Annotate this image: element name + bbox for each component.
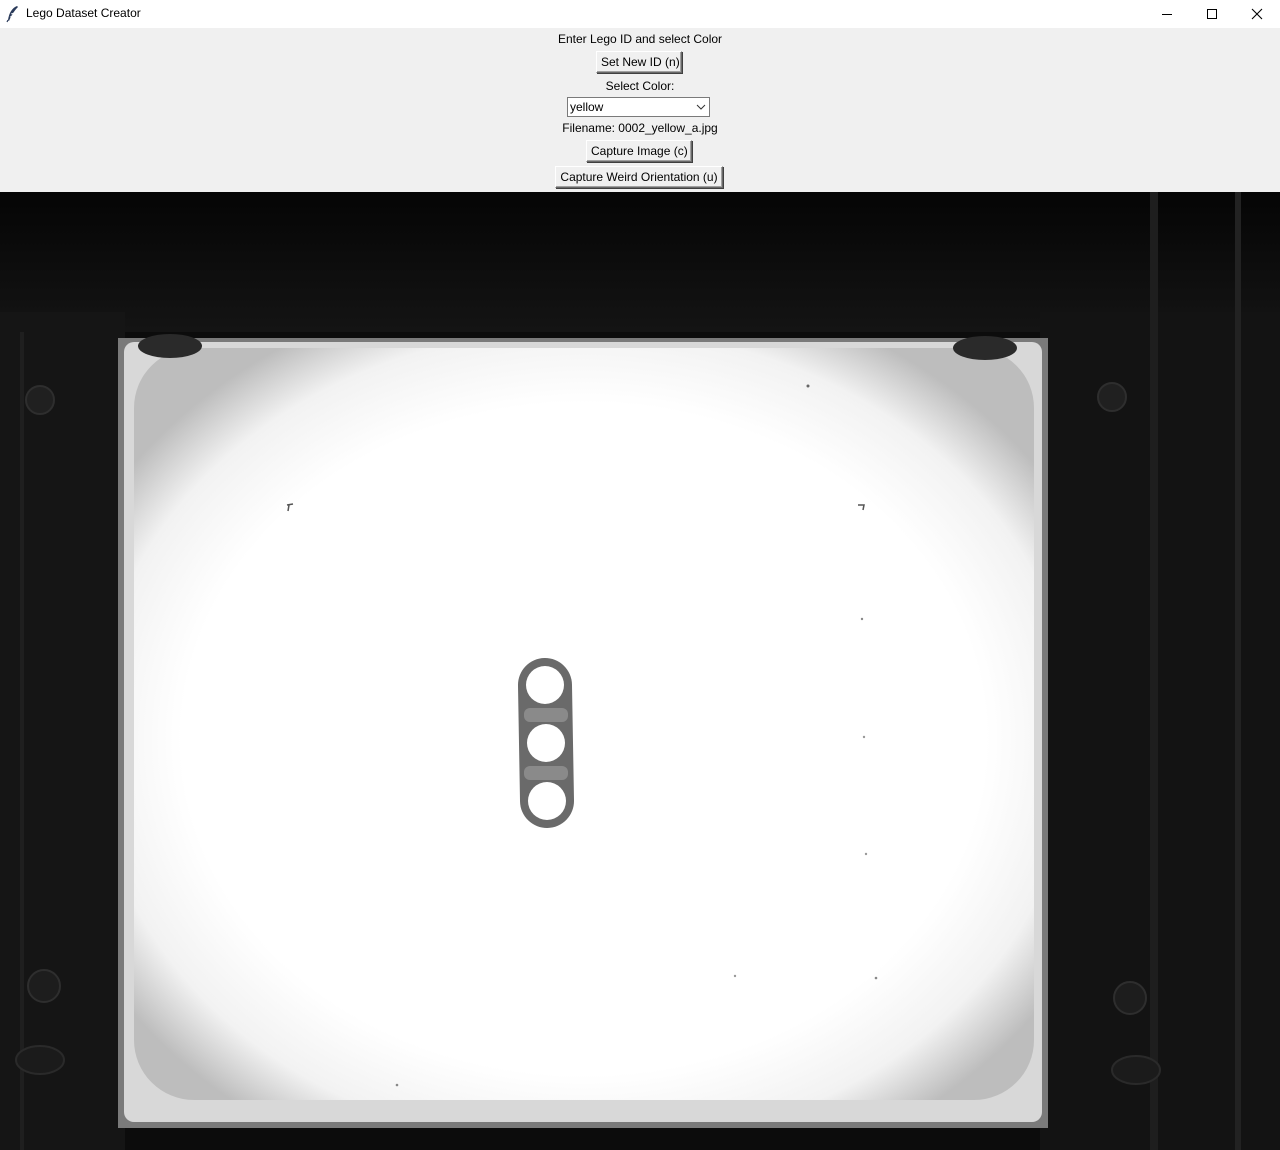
control-panel: Enter Lego ID and select Color Set New I…: [0, 28, 1280, 192]
feather-icon: [6, 5, 20, 23]
set-new-id-button[interactable]: Set New ID (n): [596, 51, 682, 73]
capture-image-button[interactable]: Capture Image (c): [586, 140, 692, 162]
close-icon[interactable]: [1234, 0, 1280, 28]
window-title: Lego Dataset Creator: [26, 6, 141, 20]
lego-beam-piece: [517, 658, 575, 828]
instruction-label: Enter Lego ID and select Color: [557, 32, 723, 46]
camera-feed: [0, 192, 1280, 1150]
chevron-down-icon[interactable]: [695, 101, 707, 113]
filename-label: Filename: 0002_yellow_a.jpg: [562, 121, 718, 135]
color-select-value: yellow: [570, 100, 604, 114]
capture-weird-orientation-button[interactable]: Capture Weird Orientation (u): [555, 166, 723, 188]
camera-feed-image: [0, 192, 1280, 1150]
color-select[interactable]: yellow: [567, 97, 710, 117]
minimize-icon[interactable]: [1144, 0, 1190, 28]
maximize-icon[interactable]: [1189, 0, 1235, 28]
title-bar[interactable]: Lego Dataset Creator: [0, 0, 1280, 28]
select-color-label: Select Color:: [605, 79, 675, 93]
app-window: Lego Dataset Creator Enter Lego ID and s…: [0, 0, 1280, 1150]
